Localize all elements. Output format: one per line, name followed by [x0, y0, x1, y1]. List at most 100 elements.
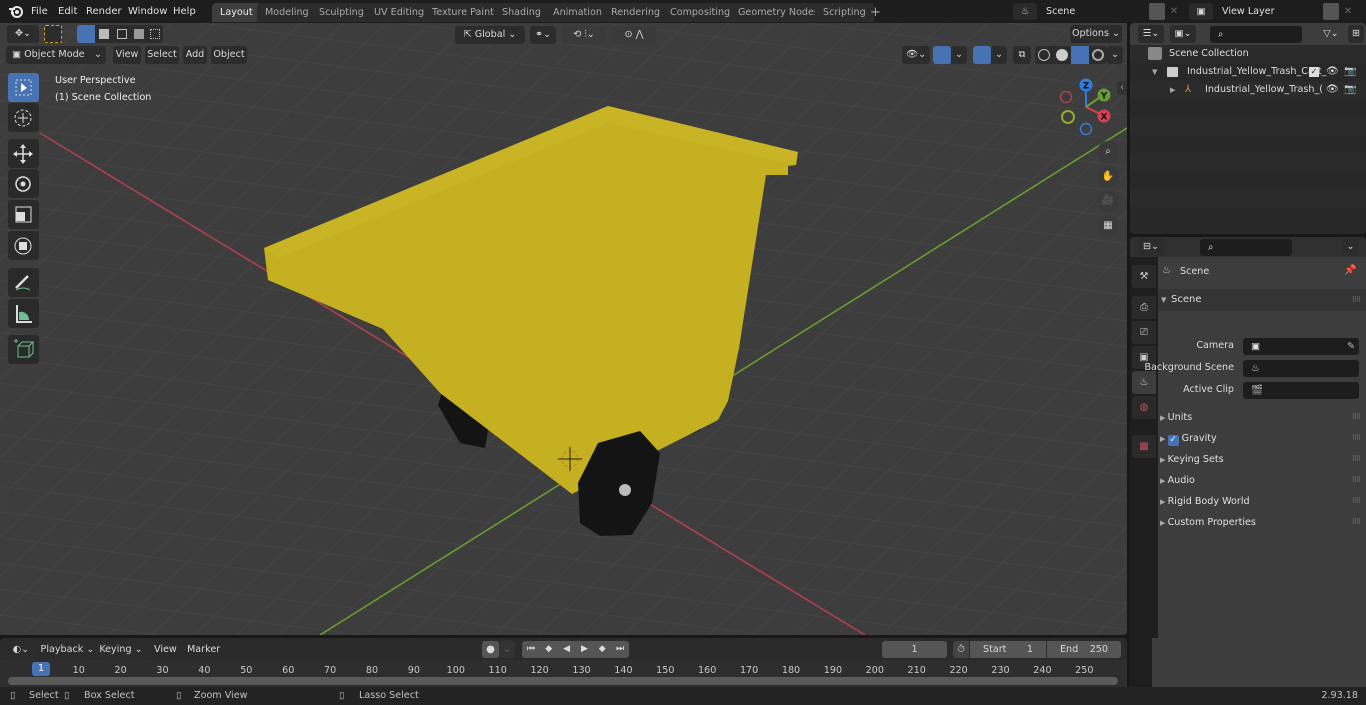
select-extend-icon[interactable]	[99, 29, 109, 39]
3d-viewport[interactable]: ✥⌄ ⇱ Global ⌄ ⚭⌄ ⟲ ⫶⌄ ⊙ ⋀ ▣ Object Mode ⌄…	[0, 23, 1127, 635]
delete-scene-icon[interactable]: ✕	[1166, 3, 1182, 20]
tab-rendering[interactable]: Rendering	[603, 3, 668, 22]
menu-window[interactable]: Window	[128, 3, 167, 20]
drag-handle-icon[interactable]: ⠿⠿	[1352, 407, 1361, 428]
properties-options-dropdown[interactable]: ⌄	[1342, 238, 1359, 256]
auto-keying-dropdown[interactable]: ⌄	[499, 641, 515, 658]
render-camera-icon[interactable]: 📷	[1344, 81, 1356, 99]
render-tab-icon[interactable]: ⎙	[1132, 296, 1156, 319]
tab-sculpting[interactable]: Sculpting	[311, 3, 372, 22]
camera-field[interactable]: ▣ ✎	[1243, 338, 1359, 355]
select-new-icon[interactable]	[77, 25, 95, 43]
eyedropper-icon[interactable]: ✎	[1347, 338, 1355, 355]
mode-dropdown[interactable]: ▣ Object Mode ⌄	[6, 46, 106, 64]
shading-dropdown[interactable]: ⌄	[1107, 46, 1123, 64]
drag-handle-icon[interactable]: ⠿⠿	[1352, 512, 1361, 533]
menu-edit[interactable]: Edit	[58, 3, 77, 20]
transform-tool[interactable]	[8, 231, 39, 260]
cursor-tool[interactable]	[8, 103, 39, 132]
jump-to-next-keyframe-icon[interactable]: ◆	[593, 641, 611, 658]
measure-tool[interactable]	[8, 299, 39, 328]
material-preview-icon[interactable]	[1071, 46, 1089, 64]
scene-name-field[interactable]: Scene	[1038, 3, 1148, 20]
rotate-tool[interactable]	[8, 169, 39, 198]
custom-properties-panel-header[interactable]: ▶ Custom Properties ⠿⠿	[1160, 512, 1366, 533]
jump-to-prev-keyframe-icon[interactable]: ◆	[540, 641, 558, 658]
exclude-checkbox[interactable]: ✓	[1309, 67, 1319, 77]
select-invert-icon[interactable]	[134, 29, 144, 39]
texture-tab-icon[interactable]: ▩	[1132, 435, 1156, 458]
overlay-dropdown[interactable]: ⌄	[991, 46, 1007, 64]
tab-scripting[interactable]: Scripting	[815, 3, 874, 22]
start-frame-field[interactable]: Start 1	[970, 641, 1046, 658]
menu-render[interactable]: Render	[86, 3, 122, 20]
outliner-search-input[interactable]: ⌕	[1210, 26, 1302, 43]
outliner-display-mode-dropdown[interactable]: ☰⌄	[1138, 25, 1164, 43]
rendered-shading-icon[interactable]	[1092, 49, 1104, 61]
timeline-menu-view[interactable]: View	[154, 641, 177, 659]
rigid-body-world-panel-header[interactable]: ▶ Rigid Body World ⠿⠿	[1160, 491, 1366, 512]
expand-arrow-icon[interactable]: ▶	[1170, 81, 1175, 99]
play-reverse-icon[interactable]: ◀	[558, 641, 576, 658]
xray-toggle[interactable]: ⧉	[1013, 46, 1031, 64]
navigation-gizmo[interactable]: Z Y X	[1055, 75, 1115, 135]
proportional-editing-toggle[interactable]: ⊙ ⋀	[612, 26, 656, 44]
editor-type-button[interactable]: ✥⌄	[7, 25, 39, 43]
select-box-tool[interactable]	[8, 73, 39, 102]
perspective-toggle-icon[interactable]: ▦	[1097, 215, 1119, 237]
outliner-filter-dropdown[interactable]: ▽⌄	[1316, 25, 1346, 43]
preview-range-icon[interactable]: ⏱	[953, 641, 969, 658]
current-frame-field[interactable]: 1	[882, 641, 947, 658]
tweak-tool-icon[interactable]	[44, 25, 62, 43]
drag-handle-icon[interactable]: ⠿⠿	[1352, 449, 1361, 470]
world-tab-icon[interactable]: ◍	[1132, 396, 1156, 419]
add-workspace-button[interactable]: +	[866, 3, 885, 22]
expand-arrow-icon[interactable]: ▼	[1152, 63, 1157, 81]
gizmo-dropdown[interactable]: ⌄	[951, 46, 967, 64]
timeline-scrollbar[interactable]	[8, 677, 1118, 685]
play-icon[interactable]: ▶	[575, 641, 593, 658]
add-cube-tool[interactable]	[8, 335, 39, 364]
output-tab-icon[interactable]: ⎚	[1132, 321, 1156, 344]
tab-compositing[interactable]: Compositing	[662, 3, 739, 22]
new-collection-icon[interactable]: ⊞	[1348, 25, 1364, 43]
drag-handle-icon[interactable]: ⠿⠿	[1352, 470, 1361, 491]
visibility-eye-icon[interactable]: 👁	[1326, 63, 1339, 81]
outliner-row[interactable]: ▶ ⅄ Industrial_Yellow_Trash_( 👁 📷	[1130, 81, 1366, 99]
jump-to-end-icon[interactable]: ⏭	[611, 641, 629, 658]
tab-geometry-nodes[interactable]: Geometry Nodes	[730, 3, 827, 22]
new-view-layer-icon[interactable]	[1323, 3, 1339, 20]
menu-object[interactable]: Object	[211, 46, 247, 64]
solid-shading-icon[interactable]	[1056, 49, 1068, 61]
playhead-indicator[interactable]: 1	[32, 662, 50, 676]
properties-search-input[interactable]: ⌕	[1200, 239, 1292, 256]
timeline-editor-type-button[interactable]: ◐⌄	[7, 641, 35, 659]
timeline-menu-marker[interactable]: Marker	[187, 641, 220, 659]
move-tool[interactable]	[8, 139, 39, 168]
view-layer-selector-icon[interactable]: ▣	[1189, 3, 1213, 20]
zoom-view-icon[interactable]: ⌕	[1097, 141, 1119, 163]
wireframe-shading-icon[interactable]	[1038, 49, 1050, 61]
audio-panel-header[interactable]: ▶ Audio ⠿⠿	[1160, 470, 1366, 491]
jump-to-start-icon[interactable]: ⏮	[522, 641, 540, 658]
tab-texture-paint[interactable]: Texture Paint	[424, 3, 502, 22]
background-scene-field[interactable]: ♨	[1243, 360, 1359, 377]
auto-keying-toggle[interactable]: ●	[482, 641, 499, 658]
snap-toggle[interactable]: ⟲ ⫶⌄	[562, 26, 606, 44]
select-intersect-icon[interactable]	[150, 29, 160, 39]
overlay-toggle[interactable]	[973, 46, 991, 64]
pin-icon[interactable]: 📌	[1344, 265, 1356, 276]
gravity-panel-header[interactable]: ▶ ✓ Gravity ⠿⠿	[1160, 428, 1366, 449]
end-frame-field[interactable]: End 250	[1047, 641, 1121, 658]
scene-tab-icon[interactable]: ♨	[1132, 371, 1156, 394]
tool-tab-icon[interactable]: ⚒	[1132, 265, 1156, 288]
tab-uv-editing[interactable]: UV Editing	[366, 3, 433, 22]
pan-view-icon[interactable]: ✋	[1097, 166, 1119, 188]
visibility-dropdown[interactable]: 👁⌄	[902, 46, 930, 64]
scene-panel-header[interactable]: ▼ Scene ⠿⠿	[1158, 289, 1366, 311]
drag-handle-icon[interactable]: ⠿⠿	[1352, 491, 1361, 512]
menu-add[interactable]: Add	[183, 46, 207, 64]
menu-view[interactable]: View	[113, 46, 141, 64]
options-dropdown[interactable]: Options ⌄	[1070, 25, 1122, 43]
keying-dropdown[interactable]: Keying ⌄	[97, 641, 145, 659]
